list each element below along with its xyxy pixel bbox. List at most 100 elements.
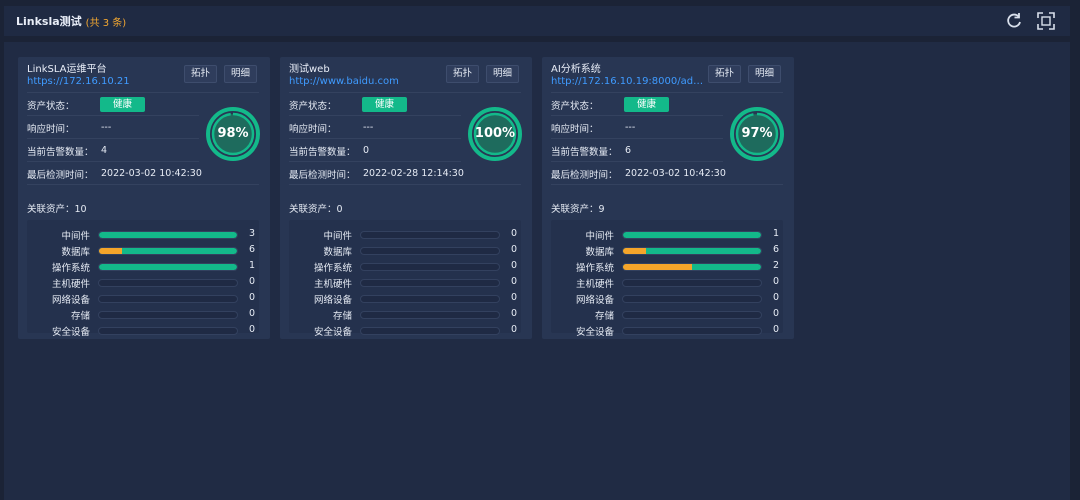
distribution-value: 0 <box>511 260 518 271</box>
distribution-value: 2 <box>773 260 780 271</box>
distribution-bar <box>622 247 762 255</box>
assoc-value: 9 <box>598 204 605 215</box>
distribution-value: 0 <box>249 308 256 319</box>
distribution-row: 网络设备 0 <box>27 290 259 306</box>
alerts-value: 0 <box>363 145 370 156</box>
distribution-bar <box>622 231 762 239</box>
distribution-label: 主机硬件 <box>51 279 90 290</box>
asset-card: LinkSLA运维平台 https://172.16.10.21 拓扑 明细 资… <box>18 57 270 339</box>
detail-button[interactable]: 明细 <box>485 65 519 83</box>
distribution-bar <box>98 231 238 239</box>
last-check-label: 最后检测时间： <box>551 169 618 181</box>
distribution-row: 存储 0 <box>289 306 521 322</box>
status-label: 资产状态： <box>551 100 599 112</box>
distribution-label: 操作系统 <box>575 263 614 274</box>
distribution-row: 中间件 0 <box>289 226 521 242</box>
bar-fill-warning <box>623 248 647 254</box>
card-url[interactable]: http://www.baidu.com <box>289 76 449 88</box>
distribution-value: 1 <box>249 260 256 271</box>
distribution-bar <box>622 295 762 303</box>
distribution-row: 数据库 6 <box>551 242 783 258</box>
gauge-percent: 97% <box>741 126 773 141</box>
bar-fill-healthy <box>99 232 237 238</box>
last-check-label: 最后检测时间： <box>27 169 94 181</box>
distribution-label: 中间件 <box>61 231 90 242</box>
distribution-row: 操作系统 2 <box>551 258 783 274</box>
topology-button[interactable]: 拓扑 <box>707 65 741 83</box>
distribution-row: 安全设备 0 <box>551 322 783 338</box>
response-label: 响应时间： <box>551 123 599 135</box>
alerts-value: 6 <box>625 145 632 156</box>
distribution-label: 主机硬件 <box>313 279 352 290</box>
alerts-label: 当前告警数量： <box>551 146 618 158</box>
asset-distribution: 中间件 0 数据库 0 操作系统 0 主机硬件 0 网络设备 0 存储 0 安全设备 0 <box>289 220 521 338</box>
distribution-value: 0 <box>773 308 780 319</box>
card-url[interactable]: https://172.16.10.21 <box>27 76 187 88</box>
status-label: 资产状态： <box>27 100 75 112</box>
distribution-bar <box>360 263 500 271</box>
detail-button[interactable]: 明细 <box>223 65 257 83</box>
associated-assets: 关联资产：0 <box>289 201 343 215</box>
distribution-bar <box>98 311 238 319</box>
status-row: 资产状态： 健康 <box>27 94 199 116</box>
distribution-label: 安全设备 <box>51 327 90 338</box>
status-label: 资产状态： <box>289 100 337 112</box>
distribution-bar <box>98 247 238 255</box>
asset-card: AI分析系统 http://172.16.10.19:8000/admi... … <box>542 57 794 339</box>
bar-fill-healthy <box>623 232 761 238</box>
health-gauge: 100% <box>467 106 523 162</box>
last-check-label: 最后检测时间： <box>289 169 356 181</box>
alerts-value: 4 <box>101 145 108 156</box>
distribution-label: 操作系统 <box>51 263 90 274</box>
topology-button[interactable]: 拓扑 <box>183 65 217 83</box>
distribution-bar <box>98 263 238 271</box>
topology-button[interactable]: 拓扑 <box>445 65 479 83</box>
fullscreen-icon[interactable] <box>1036 11 1056 31</box>
bar-fill-warning <box>99 248 123 254</box>
card-header: 测试web http://www.baidu.com 拓扑 明细 <box>289 63 521 93</box>
health-gauge: 97% <box>729 106 785 162</box>
distribution-label: 网络设备 <box>313 295 352 306</box>
assoc-label: 关联资产： <box>551 204 599 215</box>
distribution-row: 存储 0 <box>27 306 259 322</box>
distribution-label: 数据库 <box>323 247 352 258</box>
distribution-bar <box>360 279 500 287</box>
distribution-bar <box>622 311 762 319</box>
distribution-bar <box>622 327 762 335</box>
distribution-row: 主机硬件 0 <box>289 274 521 290</box>
alerts-row: 当前告警数量： 0 <box>289 140 461 162</box>
distribution-value: 0 <box>511 244 518 255</box>
response-label: 响应时间： <box>289 123 337 135</box>
card-url[interactable]: http://172.16.10.19:8000/admi... <box>551 76 711 88</box>
distribution-row: 数据库 0 <box>289 242 521 258</box>
response-label: 响应时间： <box>27 123 75 135</box>
distribution-value: 0 <box>511 324 518 335</box>
distribution-label: 主机硬件 <box>575 279 614 290</box>
distribution-label: 中间件 <box>323 231 352 242</box>
distribution-row: 主机硬件 0 <box>27 274 259 290</box>
distribution-value: 0 <box>249 324 256 335</box>
distribution-row: 安全设备 0 <box>27 322 259 338</box>
asset-distribution: 中间件 1 数据库 6 操作系统 2 主机硬件 0 网络设备 0 存储 0 安全设备 0 <box>551 220 783 338</box>
distribution-value: 0 <box>773 324 780 335</box>
distribution-label: 数据库 <box>585 247 614 258</box>
health-gauge: 98% <box>205 106 261 162</box>
distribution-label: 安全设备 <box>313 327 352 338</box>
distribution-row: 数据库 6 <box>27 242 259 258</box>
refresh-icon[interactable] <box>1004 11 1024 31</box>
distribution-value: 6 <box>249 244 256 255</box>
status-row: 资产状态： 健康 <box>551 94 723 116</box>
card-header: AI分析系统 http://172.16.10.19:8000/admi... … <box>551 63 783 93</box>
distribution-label: 安全设备 <box>575 327 614 338</box>
alerts-label: 当前告警数量： <box>289 146 356 158</box>
status-row: 资产状态： 健康 <box>289 94 461 116</box>
assoc-label: 关联资产： <box>289 204 337 215</box>
distribution-row: 网络设备 0 <box>551 290 783 306</box>
page-header: Linksla测试 (共 3 条) <box>4 6 1070 36</box>
distribution-label: 存储 <box>70 311 90 322</box>
response-row: 响应时间： --- <box>551 117 723 139</box>
page-title: Linksla测试 <box>16 15 82 28</box>
distribution-bar <box>360 231 500 239</box>
distribution-label: 网络设备 <box>51 295 90 306</box>
detail-button[interactable]: 明细 <box>747 65 781 83</box>
